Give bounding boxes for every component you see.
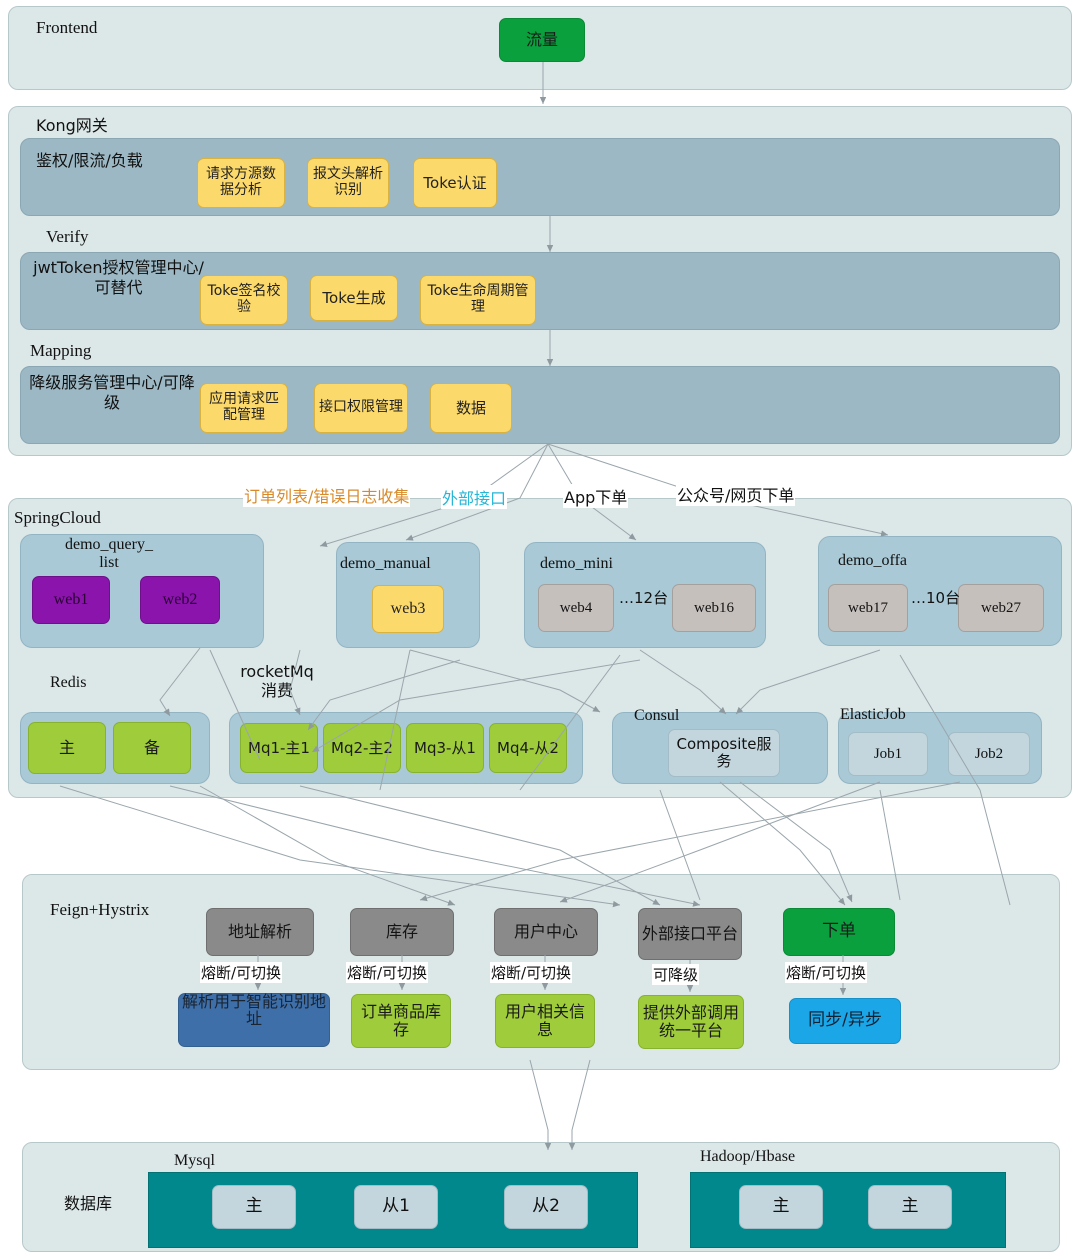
feign-detail-2[interactable]: 用户相关信息 [495, 994, 595, 1048]
service-demo-mini-title: demo_mini [540, 555, 613, 572]
rocketmq-title: rocketMq 消费 [240, 662, 314, 701]
service-demo-query-list-title: demo_query_ list [65, 536, 153, 571]
mapping-caption: Mapping [30, 341, 92, 360]
feign-policy-2: 熔断/可切换 [490, 962, 573, 983]
node-web1[interactable]: web1 [32, 576, 110, 624]
service-demo-offa-title: demo_offa [838, 552, 908, 569]
rocketmq-node-2[interactable]: Mq3-从1 [406, 723, 484, 773]
node-web4[interactable]: web4 [538, 584, 614, 632]
feign-detail-0[interactable]: 解析用于智能识别地址 [178, 993, 330, 1047]
kong-verify-node-1[interactable]: Toke生成 [310, 275, 398, 321]
kong-verify-node-2[interactable]: Toke生命周期管理 [420, 275, 536, 325]
mysql-title: Mysql [174, 1152, 215, 1169]
feign-service-0[interactable]: 地址解析 [206, 908, 314, 956]
kong-title: Kong网关 [36, 116, 108, 135]
kong-verify-node-0[interactable]: Toke签名校验 [200, 275, 288, 325]
flow-label-2: App下单 [563, 484, 629, 508]
hadoop-group [690, 1172, 1006, 1248]
kong-mapping-node-1[interactable]: 接口权限管理 [314, 383, 408, 433]
redis-node-backup[interactable]: 备 [113, 722, 191, 774]
kong-auth-label: 鉴权/限流/负载 [36, 151, 143, 170]
kong-mapping-label: 降级服务管理中心/可降级 [29, 373, 195, 412]
node-web17[interactable]: web17 [828, 584, 908, 632]
redis-title: Redis [50, 674, 87, 691]
rocketmq-node-0[interactable]: Mq1-主1 [240, 723, 318, 773]
feign-policy-0: 熔断/可切换 [200, 962, 283, 983]
kong-mapping-node-2[interactable]: 数据 [430, 383, 512, 433]
node-web3[interactable]: web3 [372, 585, 444, 633]
flow-label-0: 订单列表/错误日志收集 [243, 483, 411, 507]
mysql-node-slave1[interactable]: 从1 [354, 1185, 438, 1229]
hadoop-node-master-1[interactable]: 主 [739, 1185, 823, 1229]
kong-auth-node-0[interactable]: 请求方源数据分析 [197, 158, 285, 208]
feign-policy-1: 熔断/可切换 [346, 962, 429, 983]
database-title: 数据库 [64, 1194, 113, 1213]
elasticjob-node-job1[interactable]: Job1 [848, 732, 928, 776]
hadoop-node-master-2[interactable]: 主 [868, 1185, 952, 1229]
kong-auth-node-2[interactable]: Toke认证 [413, 158, 497, 208]
verify-caption: Verify [46, 227, 89, 246]
consul-node-composite[interactable]: Composite服务 [668, 729, 780, 777]
feign-service-4[interactable]: 下单 [783, 908, 895, 956]
consul-title: Consul [634, 707, 680, 724]
elasticjob-node-job2[interactable]: Job2 [948, 732, 1030, 776]
mysql-node-master[interactable]: 主 [212, 1185, 296, 1229]
flow-label-1: 外部接口 [441, 485, 508, 509]
node-web27[interactable]: web27 [958, 584, 1044, 632]
elasticjob-title: ElasticJob [840, 706, 906, 723]
frontend-title: Frontend [36, 18, 98, 37]
node-web2[interactable]: web2 [140, 576, 220, 624]
architecture-diagram: Frontend 流量 Kong网关 鉴权/限流/负载 请求方源数据分析 报文头… [0, 0, 1080, 1260]
kong-auth-node-1[interactable]: 报文头解析识别 [307, 158, 389, 208]
feign-service-2[interactable]: 用户中心 [494, 908, 598, 956]
node-web16[interactable]: web16 [672, 584, 756, 632]
feign-policy-4: 熔断/可切换 [785, 962, 868, 983]
hadoop-title: Hadoop/Hbase [700, 1148, 796, 1165]
rocketmq-node-1[interactable]: Mq2-主2 [323, 723, 401, 773]
feign-detail-1[interactable]: 订单商品库存 [351, 994, 451, 1048]
feign-service-3[interactable]: 外部接口平台 [638, 908, 742, 960]
rocketmq-node-3[interactable]: Mq4-从2 [489, 723, 567, 773]
springcloud-title: SpringCloud [14, 508, 101, 527]
flow-label-3: 公众号/网页下单 [676, 482, 796, 506]
feign-detail-4[interactable]: 同步/异步 [789, 998, 901, 1044]
redis-node-master[interactable]: 主 [28, 722, 106, 774]
service-demo-offa-count: …10台 [911, 589, 961, 607]
feign-title: Feign+Hystrix [50, 900, 150, 919]
feign-detail-3[interactable]: 提供外部调用统一平台 [638, 995, 744, 1049]
mysql-node-slave2[interactable]: 从2 [504, 1185, 588, 1229]
traffic-node[interactable]: 流量 [499, 18, 585, 62]
feign-service-1[interactable]: 库存 [350, 908, 454, 956]
service-demo-manual-title: demo_manual [340, 555, 431, 572]
feign-policy-3: 可降级 [652, 964, 700, 985]
kong-mapping-node-0[interactable]: 应用请求匹配管理 [200, 383, 288, 433]
kong-auth-row [20, 138, 1060, 216]
service-demo-mini-count: …12台 [619, 589, 669, 607]
kong-verify-label: jwtToken授权管理中心/可替代 [33, 258, 204, 297]
